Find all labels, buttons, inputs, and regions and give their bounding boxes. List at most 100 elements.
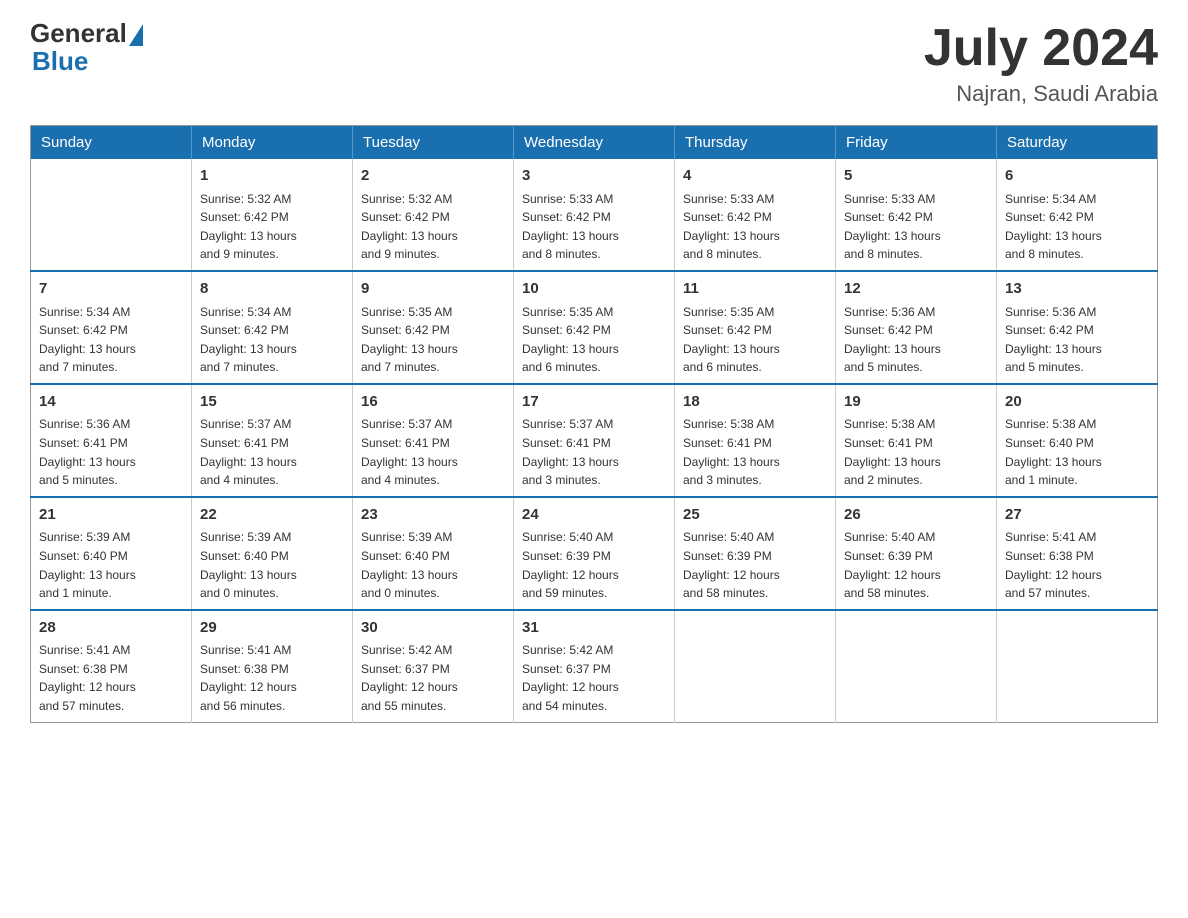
day-number: 28 (39, 617, 183, 640)
col-monday: Monday (192, 126, 353, 160)
table-row: 28Sunrise: 5:41 AMSunset: 6:38 PMDayligh… (31, 610, 192, 722)
day-info: Sunrise: 5:34 AMSunset: 6:42 PMDaylight:… (1005, 190, 1149, 264)
calendar-week-row: 28 Sunrise: 5:41 AMSunset: 6:38 PMDayligh… (31, 610, 1158, 722)
table-row: 29Sunrise: 5:41 AMSunset: 6:38 PMDayligh… (192, 610, 353, 722)
day-number: 14 (39, 391, 183, 414)
table-row: 6Sunrise: 5:34 AMSunset: 6:42 PMDaylight… (997, 159, 1158, 271)
day-number: 24 (522, 504, 666, 527)
day-number: 21 (39, 504, 183, 527)
table-row: 1Sunrise: 5:32 AMSunset: 6:42 PMDaylight… (192, 159, 353, 271)
day-number: 18 (683, 391, 827, 414)
day-info: Sunrise: 5:42 AMSunset: 6:37 PMDaylight:… (522, 641, 666, 715)
table-row: 20Sunrise: 5:38 AMSunset: 6:40 PMDayligh… (997, 384, 1158, 497)
table-row: 14Sunrise: 5:36 AMSunset: 6:41 PMDayligh… (31, 384, 192, 497)
day-number: 4 (683, 165, 827, 188)
day-number: 1 (200, 165, 344, 188)
calendar-week-row: 7Sunrise: 5:34 AMSunset: 6:42 PMDaylight… (31, 271, 1158, 384)
day-number: 7 (39, 278, 183, 301)
table-row: 24Sunrise: 5:40 AMSunset: 6:39 PMDayligh… (514, 497, 675, 610)
calendar-week-row: 21Sunrise: 5:39 AMSunset: 6:40 PMDayligh… (31, 497, 1158, 610)
col-tuesday: Tuesday (353, 126, 514, 160)
day-info: Sunrise: 5:38 AMSunset: 6:40 PMDaylight:… (1005, 415, 1149, 489)
day-info: Sunrise: 5:36 AMSunset: 6:42 PMDaylight:… (1005, 303, 1149, 377)
table-row: 11Sunrise: 5:35 AMSunset: 6:42 PMDayligh… (675, 271, 836, 384)
day-number: 12 (844, 278, 988, 301)
table-row (836, 610, 997, 722)
table-row: 15Sunrise: 5:37 AMSunset: 6:41 PMDayligh… (192, 384, 353, 497)
day-number: 31 (522, 617, 666, 640)
table-row: 4Sunrise: 5:33 AMSunset: 6:42 PMDaylight… (675, 159, 836, 271)
col-wednesday: Wednesday (514, 126, 675, 160)
day-info: Sunrise: 5:40 AMSunset: 6:39 PMDaylight:… (683, 528, 827, 602)
day-number: 30 (361, 617, 505, 640)
table-row: 27Sunrise: 5:41 AMSunset: 6:38 PMDayligh… (997, 497, 1158, 610)
col-saturday: Saturday (997, 126, 1158, 160)
day-number: 11 (683, 278, 827, 301)
calendar-week-row: 1 Sunrise: 5:32 AMSunset: 6:42 PMDaylight… (31, 159, 1158, 271)
table-row (675, 610, 836, 722)
day-info: Sunrise: 5:38 AMSunset: 6:41 PMDaylight:… (844, 415, 988, 489)
calendar-table: Sunday Monday Tuesday Wednesday Thursday… (30, 125, 1158, 722)
table-row (997, 610, 1158, 722)
calendar-week-row: 14Sunrise: 5:36 AMSunset: 6:41 PMDayligh… (31, 384, 1158, 497)
day-number: 25 (683, 504, 827, 527)
table-row: 22Sunrise: 5:39 AMSunset: 6:40 PMDayligh… (192, 497, 353, 610)
day-info: Sunrise: 5:36 AMSunset: 6:41 PMDaylight:… (39, 415, 183, 489)
table-row: 19Sunrise: 5:38 AMSunset: 6:41 PMDayligh… (836, 384, 997, 497)
table-row: 10Sunrise: 5:35 AMSunset: 6:42 PMDayligh… (514, 271, 675, 384)
table-row: 7Sunrise: 5:34 AMSunset: 6:42 PMDaylight… (31, 271, 192, 384)
day-info: Sunrise: 5:37 AMSunset: 6:41 PMDaylight:… (522, 415, 666, 489)
table-row: 13Sunrise: 5:36 AMSunset: 6:42 PMDayligh… (997, 271, 1158, 384)
day-info: Sunrise: 5:40 AMSunset: 6:39 PMDaylight:… (522, 528, 666, 602)
col-thursday: Thursday (675, 126, 836, 160)
day-info: Sunrise: 5:33 AMSunset: 6:42 PMDaylight:… (683, 190, 827, 264)
table-row: 17Sunrise: 5:37 AMSunset: 6:41 PMDayligh… (514, 384, 675, 497)
day-info: Sunrise: 5:39 AMSunset: 6:40 PMDaylight:… (200, 528, 344, 602)
table-row: 21Sunrise: 5:39 AMSunset: 6:40 PMDayligh… (31, 497, 192, 610)
day-info: Sunrise: 5:42 AMSunset: 6:37 PMDaylight:… (361, 641, 505, 715)
day-info: Sunrise: 5:40 AMSunset: 6:39 PMDaylight:… (844, 528, 988, 602)
day-number: 5 (844, 165, 988, 188)
day-info: Sunrise: 5:37 AMSunset: 6:41 PMDaylight:… (200, 415, 344, 489)
day-info: Sunrise: 5:39 AMSunset: 6:40 PMDaylight:… (39, 528, 183, 602)
day-number: 16 (361, 391, 505, 414)
table-row: 2Sunrise: 5:32 AMSunset: 6:42 PMDaylight… (353, 159, 514, 271)
day-number: 2 (361, 165, 505, 188)
day-number: 17 (522, 391, 666, 414)
day-number: 22 (200, 504, 344, 527)
title-area: July 2024 Najran, Saudi Arabia (924, 20, 1158, 107)
day-info: Sunrise: 5:38 AMSunset: 6:41 PMDaylight:… (683, 415, 827, 489)
day-info: Sunrise: 5:34 AMSunset: 6:42 PMDaylight:… (39, 303, 183, 377)
table-row: 31Sunrise: 5:42 AMSunset: 6:37 PMDayligh… (514, 610, 675, 722)
day-number: 15 (200, 391, 344, 414)
table-row: 9Sunrise: 5:35 AMSunset: 6:42 PMDaylight… (353, 271, 514, 384)
page: General Blue July 2024 Najran, Saudi Ara… (0, 0, 1188, 743)
day-number: 6 (1005, 165, 1149, 188)
month-title: July 2024 (924, 20, 1158, 77)
day-info: Sunrise: 5:35 AMSunset: 6:42 PMDaylight:… (361, 303, 505, 377)
col-friday: Friday (836, 126, 997, 160)
day-number: 23 (361, 504, 505, 527)
table-row: 26Sunrise: 5:40 AMSunset: 6:39 PMDayligh… (836, 497, 997, 610)
day-number: 20 (1005, 391, 1149, 414)
col-sunday: Sunday (31, 126, 192, 160)
logo: General Blue (30, 20, 145, 77)
day-number: 8 (200, 278, 344, 301)
calendar-header-row: Sunday Monday Tuesday Wednesday Thursday… (31, 126, 1158, 160)
logo-triangle-icon (129, 24, 143, 46)
day-info: Sunrise: 5:32 AMSunset: 6:42 PMDaylight:… (361, 190, 505, 264)
day-info: Sunrise: 5:35 AMSunset: 6:42 PMDaylight:… (522, 303, 666, 377)
day-info: Sunrise: 5:41 AMSunset: 6:38 PMDaylight:… (200, 641, 344, 715)
day-info: Sunrise: 5:34 AMSunset: 6:42 PMDaylight:… (200, 303, 344, 377)
day-number: 13 (1005, 278, 1149, 301)
table-row: 12Sunrise: 5:36 AMSunset: 6:42 PMDayligh… (836, 271, 997, 384)
table-row: 23Sunrise: 5:39 AMSunset: 6:40 PMDayligh… (353, 497, 514, 610)
day-number: 26 (844, 504, 988, 527)
logo-general-text: General (30, 20, 127, 46)
table-row: 8Sunrise: 5:34 AMSunset: 6:42 PMDaylight… (192, 271, 353, 384)
day-info: Sunrise: 5:33 AMSunset: 6:42 PMDaylight:… (522, 190, 666, 264)
logo-blue-text: Blue (32, 46, 88, 76)
table-row: 3Sunrise: 5:33 AMSunset: 6:42 PMDaylight… (514, 159, 675, 271)
day-number: 29 (200, 617, 344, 640)
table-row: 16Sunrise: 5:37 AMSunset: 6:41 PMDayligh… (353, 384, 514, 497)
